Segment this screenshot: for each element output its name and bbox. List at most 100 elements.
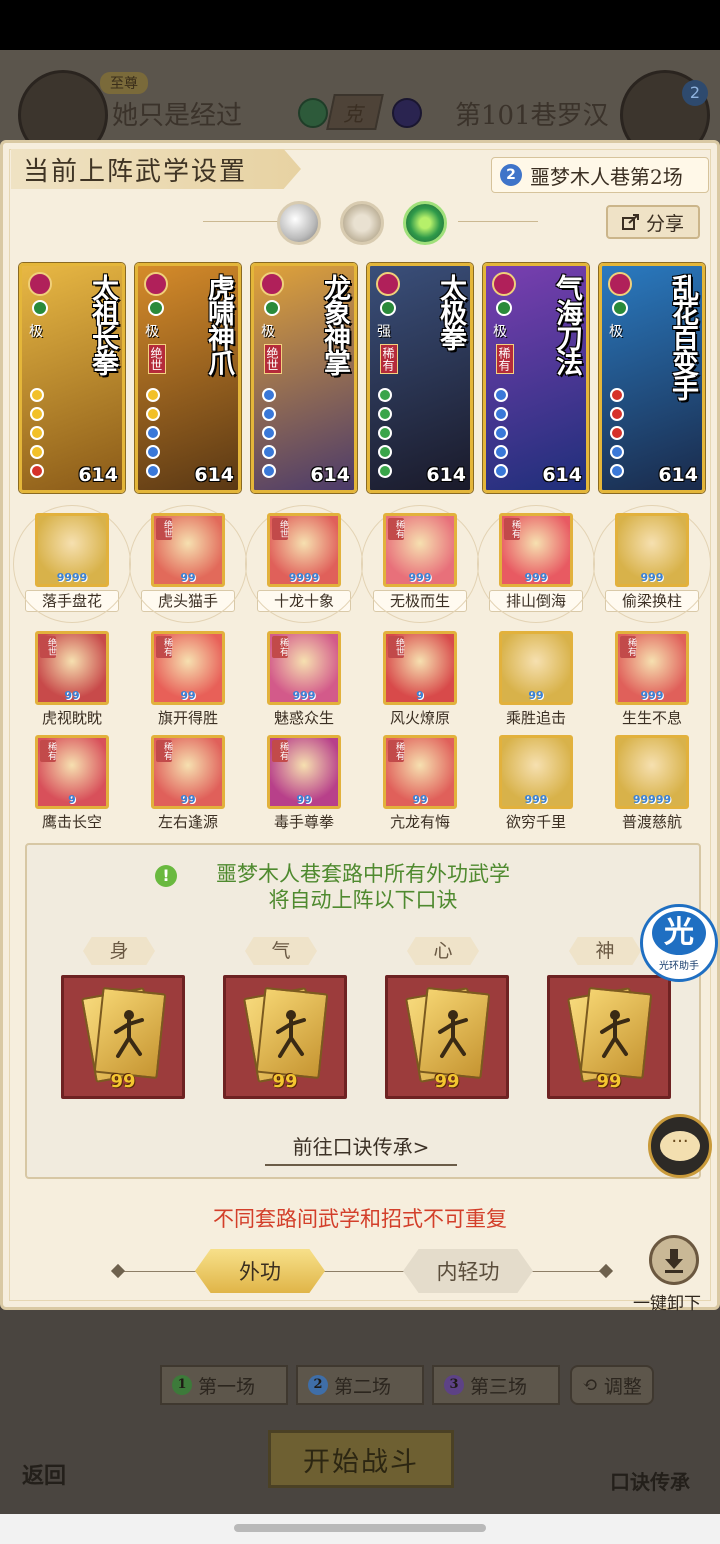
round-tab[interactable]: 1 第一场 [160,1365,288,1405]
energy-pip [610,445,624,459]
skill-item[interactable]: 绝世 9999 十龙十象 [245,505,363,623]
formula-info-line1: 噩梦木人巷套路中所有外功武学 [216,862,510,886]
skill-count: 99 [412,793,428,806]
skill-item[interactable]: 99 乘胜追击 [483,631,589,728]
home-indicator[interactable] [234,1524,486,1532]
energy-pip [494,388,508,402]
energy-pip [146,445,160,459]
skill-item[interactable]: 99999 普渡慈航 [599,735,705,832]
skill-item[interactable]: 稀有 999 无极而生 [361,505,479,623]
skill-count: 999 [524,571,548,584]
outer-kungfu-tab[interactable]: 外功 [195,1249,325,1293]
skill-item[interactable]: 稀有 99 左右逢源 [135,735,241,832]
round-number: 2 [308,1375,328,1395]
start-battle-button[interactable]: 开始战斗 [268,1430,454,1488]
martial-art-card[interactable]: 极绝世 龙象神掌 614 [251,263,357,493]
card-power: 614 [542,464,582,486]
skill-item[interactable]: 绝世 99 虎视眈眈 [19,631,125,728]
skill-rarity-badge: 稀有 [40,740,56,762]
adjust-button[interactable]: ⟲ 调整 [570,1365,654,1405]
card-name: 龙象神掌 [319,274,350,374]
formula-slot-card[interactable]: 99 [61,975,185,1099]
skill-count: 9999 [288,571,320,584]
energy-pips [30,388,70,483]
skill-rarity-badge: 稀有 [388,518,404,540]
inner-light-kungfu-tab[interactable]: 内轻功 [403,1249,533,1293]
skill-item[interactable]: 999 欲穷千里 [483,735,589,832]
skill-rarity-badge: 稀有 [156,740,172,762]
skill-icon: 稀有 9 [35,735,109,809]
round-tab[interactable]: 3 第三场 [432,1365,560,1405]
skill-label: 虎视眈眈 [41,709,102,727]
element-gem-icon [28,272,52,296]
skill-item[interactable]: 稀有 99 亢龙有悔 [367,735,473,832]
martial-art-card[interactable]: 极稀有 气海刀法 614 [483,263,589,493]
skill-icon: 绝世 99 [151,513,225,587]
energy-pip [30,445,44,459]
back-button[interactable]: 返回 [22,1458,66,1490]
oral-inheritance-button[interactable]: 口诀传承 [610,1466,690,1495]
skill-icon: 绝世 9 [383,631,457,705]
skill-rarity-badge: 绝世 [272,518,288,540]
energy-pip [262,445,276,459]
rank-badge: 至尊 [100,72,148,94]
card-name: 气海刀法 [551,274,582,374]
martial-art-card[interactable]: 极绝世 虎啸神爪 614 [135,263,241,493]
stage-selector[interactable]: 2 噩梦木人巷第2场 [491,157,709,193]
martial-arts-setup-dialog: 当前上阵武学设置 2 噩梦木人巷第2场 分享 极太祖长拳 614 极绝世 虎啸神爪 61… [0,140,720,1314]
round-label: 第一场 [198,1375,256,1398]
counter-badge: 克 [326,94,384,130]
skill-item[interactable]: 稀有 99 毒手尊拳 [251,735,357,832]
chat-button[interactable]: ··· [648,1114,712,1178]
card-grade: 强 [377,324,391,340]
martial-art-card[interactable]: 强稀有 太极拳 614 [367,263,473,493]
goto-oral-inheritance-link[interactable]: 前往口诀传承> [265,1131,457,1166]
martial-pose-icon [438,1010,468,1058]
warning-text: 不同套路间武学和招式不可重复 [213,1207,507,1231]
sun-type-icon[interactable] [340,201,384,245]
skill-item[interactable]: 绝世 99 虎头猫手 [129,505,247,623]
martial-art-card[interactable]: 极 乱花百变手 614 [599,263,705,493]
card-power: 614 [78,464,118,486]
martial-art-card[interactable]: 极 太祖长拳 614 [19,263,125,493]
share-icon [621,214,639,230]
skill-rarity-badge: 稀有 [272,636,288,658]
round-tab[interactable]: 2 第二场 [296,1365,424,1405]
skill-item[interactable]: 9999 落手盘花 [13,505,131,623]
halo-assistant-button[interactable]: 光 光环助手 [640,904,718,982]
element-gem-icon [260,272,284,296]
unload-all-button[interactable] [649,1235,699,1285]
skill-item[interactable]: 稀有 999 排山倒海 [477,505,595,623]
card-grade: 极 [609,324,623,340]
skill-count: 9999 [56,571,88,584]
skill-count: 999 [408,571,432,584]
game-screen: 至尊 她只是经过 克 第101巷罗汉 2 当前上阵武学设置 2 噩梦木人巷第2场… [0,0,720,1544]
right-player-name: 第101巷罗汉 [455,101,609,131]
skill-icon: 9999 [35,513,109,587]
skill-item[interactable]: 稀有 999 魅惑众生 [251,631,357,728]
element-gem-icon [608,272,632,296]
element-gem-icon [144,272,168,296]
skill-item[interactable]: 稀有 999 生生不息 [599,631,705,728]
formula-slot-card[interactable]: 99 [385,975,509,1099]
skill-rarity-badge: 稀有 [156,636,172,658]
share-button[interactable]: 分享 [606,205,700,239]
energy-pip [262,388,276,402]
martial-pose-icon [114,1010,144,1058]
skill-label: 风火燎原 [389,709,450,727]
skill-rarity-badge: 稀有 [504,518,520,540]
dialog-title-banner: 当前上阵武学设置 [11,149,301,189]
skill-item[interactable]: 稀有 9 鹰击长空 [19,735,125,832]
energy-pip [610,426,624,440]
energy-pip [378,388,392,402]
skill-item[interactable]: 999 偷梁换柱 [593,505,711,623]
skill-label: 生生不息 [621,709,682,727]
skill-item[interactable]: 绝世 9 风火燎原 [367,631,473,728]
formula-slot-card[interactable]: 99 [223,975,347,1099]
skill-icon: 绝世 99 [35,631,109,705]
card-name: 虎啸神爪 [203,274,234,374]
formula-slot-card[interactable]: 99 [547,975,671,1099]
jade-type-icon[interactable] [403,201,447,245]
moon-type-icon[interactable] [277,201,321,245]
skill-item[interactable]: 稀有 99 旗开得胜 [135,631,241,728]
